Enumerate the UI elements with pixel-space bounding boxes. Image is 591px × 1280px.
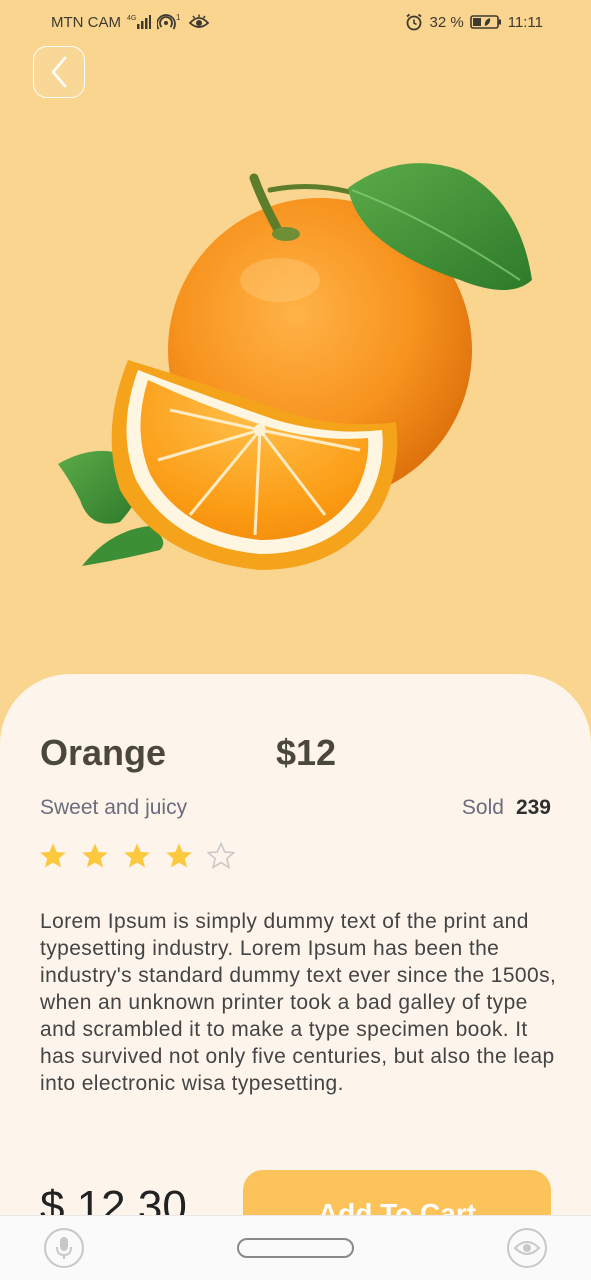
- network-type: 4G: [127, 15, 136, 22]
- microphone-icon: [56, 1237, 72, 1259]
- clock-time: 11:11: [507, 13, 543, 31]
- back-button[interactable]: [33, 46, 85, 98]
- eye-status-icon: [189, 14, 209, 30]
- sold-label: Sold: [461, 796, 504, 819]
- star-empty-icon[interactable]: [207, 842, 235, 870]
- product-subtitle: Sweet and juicy: [40, 796, 188, 819]
- carrier-name: MTN CAM: [51, 13, 121, 31]
- alarm-icon: [405, 13, 423, 31]
- star-filled-icon[interactable]: [39, 842, 67, 870]
- chevron-left-icon: [51, 56, 67, 88]
- hotspot-icon: 1: [157, 13, 183, 31]
- eye-comfort-button[interactable]: [507, 1228, 547, 1268]
- status-bar: MTN CAM 4G 1 32 % 11:11: [0, 0, 591, 44]
- star-rating[interactable]: [39, 842, 235, 870]
- product-name: Orange: [40, 732, 167, 773]
- battery-icon: [469, 14, 502, 30]
- star-filled-icon[interactable]: [165, 842, 193, 870]
- sold-info: Sold 239: [462, 796, 551, 820]
- signal-icon: 4G: [127, 14, 151, 30]
- product-image: [58, 163, 532, 570]
- status-left: MTN CAM 4G 1: [51, 13, 209, 31]
- system-nav-bar: [0, 1215, 591, 1280]
- product-price: $12: [276, 732, 337, 773]
- details-card: Orange $12 Sweet and juicy Sold 239 Lore…: [0, 674, 591, 1280]
- battery-percent: 32 %: [429, 13, 464, 31]
- star-filled-icon[interactable]: [81, 842, 109, 870]
- microphone-button[interactable]: [44, 1228, 84, 1268]
- star-filled-icon[interactable]: [123, 842, 151, 870]
- sold-count: 239: [515, 796, 551, 819]
- hotspot-count: 1: [176, 13, 181, 22]
- home-pill-button[interactable]: [237, 1238, 354, 1258]
- status-right: 32 % 11:11: [405, 13, 543, 31]
- product-description: Lorem Ipsum is simply dummy text of the …: [40, 910, 557, 1095]
- eye-icon: [514, 1241, 540, 1255]
